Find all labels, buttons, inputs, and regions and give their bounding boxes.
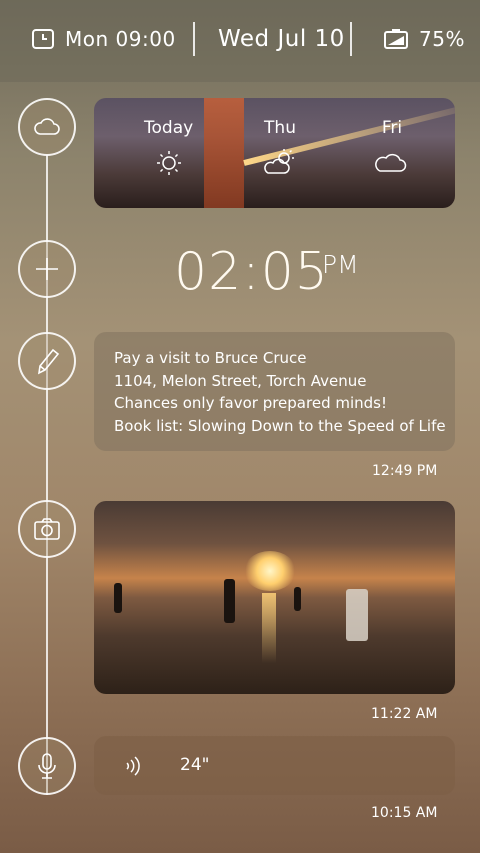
sun-icon — [156, 151, 181, 175]
voice-memo-card[interactable]: 24" — [94, 736, 455, 795]
note-line: Pay a visit to Bruce Cruce — [114, 349, 307, 367]
time-period: PM — [322, 250, 359, 279]
person-silhouette — [114, 583, 122, 613]
alarm-clock-icon — [32, 29, 54, 49]
forecast-day-label: Fri — [381, 118, 403, 138]
person-silhouette — [346, 589, 368, 641]
forecast-day-label: Thu — [264, 118, 296, 138]
photo-card[interactable] — [94, 501, 455, 694]
note-node[interactable] — [18, 332, 76, 390]
date-status: Wed Jul 10 — [218, 26, 345, 52]
audio-wave-icon — [126, 756, 140, 776]
forecast-thu: Thu — [262, 118, 298, 178]
alarm-status[interactable]: Mon 09:00 — [31, 27, 176, 51]
bridge-image — [204, 98, 244, 208]
microphone-icon — [38, 753, 56, 779]
note-line: 1104, Melon Street, Torch Avenue — [114, 371, 367, 390]
battery-level: 75% — [419, 27, 465, 51]
camera-icon — [34, 518, 60, 540]
forecast-fri: Fri — [374, 118, 410, 178]
current-time: 02:05 — [174, 242, 329, 302]
status-bar: Mon 09:00 Wed Jul 10 75% — [0, 0, 480, 82]
plus-icon — [36, 258, 58, 280]
current-date: Wed Jul 10 — [218, 26, 345, 52]
alarm-time: Mon 09:00 — [65, 27, 176, 51]
note-card[interactable]: Pay a visit to Bruce Cruce 1104, Melon S… — [94, 332, 455, 451]
person-silhouette — [224, 579, 235, 623]
person-silhouette — [294, 587, 301, 611]
add-node[interactable] — [18, 240, 76, 298]
photo-timestamp: 11:22 AM — [371, 706, 438, 722]
sunset-sun — [244, 551, 296, 591]
forecast-day-label: Today — [144, 118, 194, 138]
partly-cloudy-icon — [264, 149, 294, 174]
camera-node[interactable] — [18, 500, 76, 558]
weather-card[interactable]: Today Thu Fri — [94, 98, 455, 208]
cloud-icon — [375, 154, 407, 172]
weather-node[interactable] — [18, 98, 76, 156]
cloud-icon — [34, 118, 60, 135]
battery-icon — [384, 29, 408, 49]
voice-node[interactable] — [18, 737, 76, 795]
voice-memo-duration: 24" — [180, 755, 210, 775]
note-line: Chances only favor prepared minds! — [114, 394, 387, 412]
note-timestamp: 12:49 PM — [372, 463, 438, 479]
forecast-today: Today — [144, 118, 193, 178]
note-line: Book list: Slowing Down to the Speed of … — [114, 416, 446, 435]
divider — [350, 22, 352, 56]
voice-memo-timestamp: 10:15 AM — [371, 805, 438, 821]
battery-status: 75% — [383, 27, 465, 51]
pencil-icon — [37, 348, 60, 375]
sun-reflection — [262, 593, 276, 663]
divider — [193, 22, 195, 56]
